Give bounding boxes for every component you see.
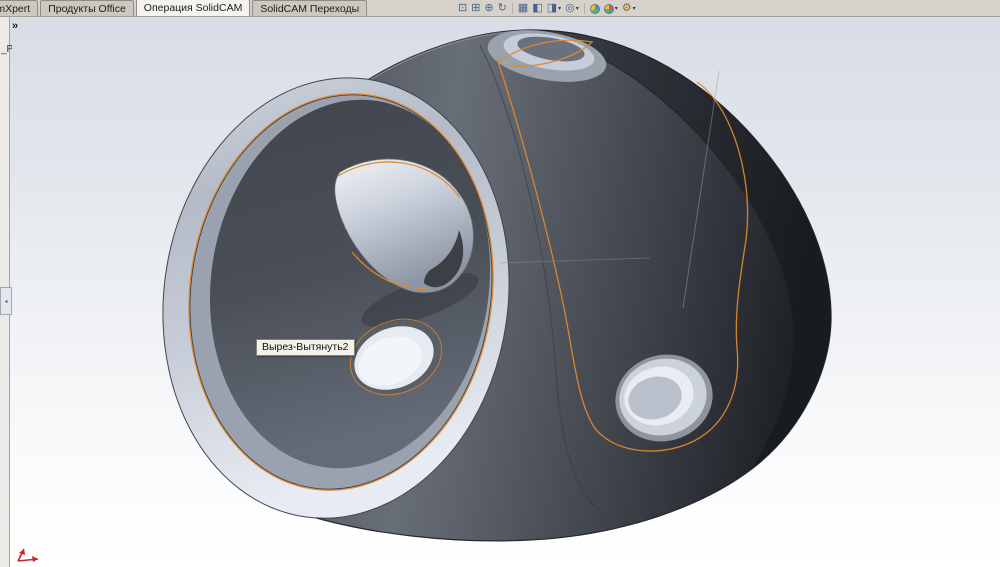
zoom-to-area-icon[interactable]: ⊞ [471,1,480,16]
origin-triad-icon [17,548,39,562]
view-orientation-icon[interactable]: ▦ [518,1,528,16]
application-window: { "tab_bar": { "tabs": [ { "label": "imX… [0,0,1000,567]
view-toolbar: ⊡ ⊞ ⊕ ↻ ▦ ◧ ◨ ▾ ◎ ▾ ▾ ⚙ ▾ [458,0,636,17]
scene-ball-icon [589,3,600,14]
tab-solidcam-operation[interactable]: Операция SolidCAM [135,0,251,16]
hide-show-items-icon[interactable]: ◎ ▾ [565,1,579,16]
dropdown-caret-icon[interactable]: ▾ [633,5,636,12]
toolbar-separator [583,3,585,14]
feature-tooltip: Вырез-Вытянуть2 [256,339,355,356]
zoom-in-out-icon[interactable]: ⊕ [484,1,493,16]
dropdown-caret-icon[interactable]: ▾ [576,5,579,12]
panel-partial-label: _Pr [1,44,12,55]
tab-solidcam-transitions[interactable]: SolidCAM Переходы [252,0,368,16]
command-tabs: imXpert Продукты Office Операция SolidCA… [0,0,369,16]
section-view-icon[interactable]: ◧ [532,1,542,16]
appearance-ball-icon [603,3,614,14]
dropdown-caret-icon[interactable]: ▾ [558,5,561,12]
apply-scene-icon[interactable] [589,3,600,14]
toolbar-separator [511,3,513,14]
tab-office-products[interactable]: Продукты Office [40,0,134,16]
dropdown-caret-icon[interactable]: ▾ [615,5,618,12]
model-viewport-canvas[interactable] [0,0,1000,567]
edit-appearance-icon[interactable]: ▾ [603,3,618,14]
view-settings-icon[interactable]: ⚙ ▾ [622,1,636,16]
rotate-view-icon[interactable]: ↻ [498,1,507,16]
display-style-icon[interactable]: ◨ ▾ [547,1,561,16]
panel-scroll-grip[interactable]: ◂ [0,287,12,315]
zoom-to-fit-icon[interactable]: ⊡ [458,1,467,16]
panel-expand-chevron-icon[interactable]: » [12,20,18,32]
tab-imxpert[interactable]: imXpert [0,0,39,16]
